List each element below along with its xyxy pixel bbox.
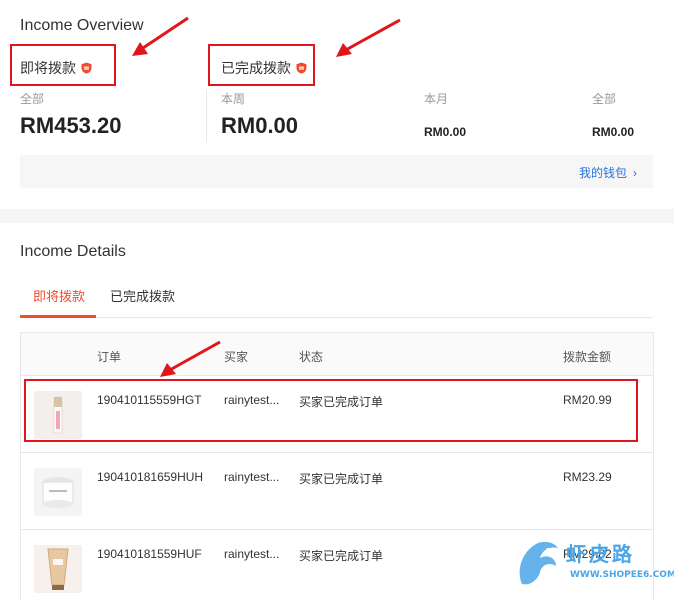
dragon-logo-icon <box>519 541 558 585</box>
my-wallet-link[interactable]: 我的钱包 › <box>579 164 637 181</box>
payout-amount: RM23.29 <box>563 470 612 484</box>
watermark: 虾皮路 WWW.SHOPEE6.COM <box>514 534 674 594</box>
details-tabs: 即将拨款 已完成拨款 <box>20 278 653 318</box>
watermark-url: WWW.SHOPEE6.COM <box>570 570 674 580</box>
income-overview-title: Income Overview <box>20 17 144 34</box>
completed-week-amount: RM0.00 <box>221 113 299 138</box>
table-row[interactable]: 190410181659HUH rainytest... 买家已完成订单 RM2… <box>21 453 653 530</box>
tube-product-icon <box>34 545 82 593</box>
order-status: 买家已完成订单 <box>299 549 384 563</box>
order-id[interactable]: 190410181659HUH <box>97 470 203 484</box>
annotation-box-pending <box>10 44 116 86</box>
annotation-arrow <box>132 16 189 56</box>
completed-month-amount: RM0.00 <box>424 125 467 139</box>
chevron-right-icon: › <box>633 165 637 180</box>
completed-all-label: 全部 <box>592 92 617 106</box>
annotation-box-first-row <box>24 379 638 442</box>
completed-month-label: 本月 <box>424 92 449 106</box>
tab-completed-payout[interactable]: 已完成拨款 <box>110 286 175 305</box>
pending-all-amount: RM453.20 <box>20 113 122 138</box>
buyer-name: rainytest... <box>224 470 280 484</box>
column-header-order: 订单 <box>97 350 122 364</box>
income-details-title: Income Details <box>20 243 126 260</box>
active-tab-indicator <box>20 315 96 318</box>
divider <box>206 90 207 142</box>
column-header-amount: 拨款金额 <box>563 350 612 364</box>
annotation-box-completed <box>208 44 315 86</box>
completed-week-label: 本周 <box>221 92 246 106</box>
column-header-status: 状态 <box>299 350 324 364</box>
my-wallet-label: 我的钱包 <box>578 166 627 180</box>
wallet-bar: 我的钱包 › <box>20 155 653 188</box>
column-header-buyer: 买家 <box>224 350 249 364</box>
table-header: 订单 买家 状态 拨款金额 <box>21 333 653 376</box>
order-status: 买家已完成订单 <box>299 472 384 486</box>
completed-all-amount: RM0.00 <box>592 125 635 139</box>
tab-pending-payout[interactable]: 即将拨款 <box>33 286 85 305</box>
annotation-arrow <box>160 340 221 377</box>
watermark-text: 虾皮路 <box>566 544 635 566</box>
annotation-arrow <box>336 18 401 57</box>
buyer-name: rainytest... <box>224 547 280 561</box>
pending-all-label: 全部 <box>20 92 45 106</box>
cream-jar-product-icon <box>34 468 82 516</box>
order-id[interactable]: 190410181559HUF <box>97 547 202 561</box>
